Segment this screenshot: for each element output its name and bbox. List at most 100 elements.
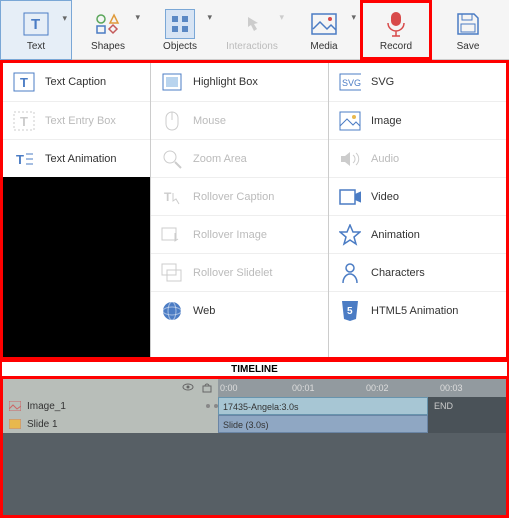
menu-html5-label: HTML5 Animation [371, 305, 458, 317]
mouse-icon [161, 110, 183, 132]
svg-icon: SVG [339, 71, 361, 93]
menu-text-caption[interactable]: T Text Caption [3, 63, 150, 101]
svg-text:T: T [20, 75, 28, 90]
menu-highlight-box-label: Highlight Box [193, 76, 258, 88]
timeline-row-slide[interactable]: Slide 1 Slide (3.0s) [3, 415, 506, 433]
clip-image[interactable]: 17435-Angela:3.0s [218, 397, 428, 415]
menu-image[interactable]: Image [329, 101, 506, 139]
text-caption-icon: T [13, 71, 35, 93]
html5-icon: 5 [339, 300, 361, 322]
toolbar-interactions-label: Interactions [226, 41, 278, 52]
menu-audio-label: Audio [371, 153, 399, 165]
rollover-caption-icon: T [161, 186, 183, 208]
menu-animation[interactable]: Animation [329, 215, 506, 253]
row-image-name: Image_1 [27, 401, 66, 412]
timeline-label: TIMELINE [0, 360, 509, 376]
highlight-box-icon [161, 71, 183, 93]
menu-characters[interactable]: Characters [329, 253, 506, 291]
menu-rollover-slidelet-label: Rollover Slidelet [193, 267, 272, 279]
save-icon [453, 9, 483, 39]
menu-text-entry-label: Text Entry Box [45, 115, 116, 127]
menu-col-text: T Text Caption T Text Entry Box T Text A… [3, 63, 151, 357]
objects-icon [165, 9, 195, 39]
toolbar-save[interactable]: Save [432, 0, 504, 60]
toolbar-shapes[interactable]: ▾ Shapes [72, 0, 144, 60]
svg-text:T: T [164, 190, 172, 204]
menu-highlight-box[interactable]: Highlight Box [151, 63, 328, 101]
menu-svg-label: SVG [371, 76, 394, 88]
audio-icon [339, 148, 361, 170]
clip-slide[interactable]: Slide (3.0s) [218, 415, 428, 433]
toolbar-record[interactable]: Record [360, 0, 432, 60]
video-icon [339, 186, 361, 208]
shapes-icon [93, 9, 123, 39]
media-icon [309, 9, 339, 39]
text-entry-icon: T [13, 110, 35, 132]
menu-characters-label: Characters [371, 267, 425, 279]
timeline-lock-icon[interactable] [202, 381, 212, 396]
rollover-image-icon [161, 224, 183, 246]
menu-text-animation-label: Text Animation [45, 153, 117, 165]
animation-icon [339, 224, 361, 246]
toolbar-text-label: Text [27, 41, 45, 52]
menu-video[interactable]: Video [329, 177, 506, 215]
menu-rollover-slidelet[interactable]: Rollover Slidelet [151, 253, 328, 291]
text-animation-icon: T [13, 148, 35, 170]
timeline: 0:00 00:01 00:02 00:03 Image_1 17435-Ang… [0, 376, 509, 518]
rollover-slidelet-icon [161, 262, 183, 284]
row-image-icon [9, 401, 21, 411]
menu-mouse-label: Mouse [193, 115, 226, 127]
menu-html5[interactable]: 5 HTML5 Animation [329, 291, 506, 329]
toolbar-objects-label: Objects [163, 41, 197, 52]
menu-animation-label: Animation [371, 229, 420, 241]
toolbar-media[interactable]: ▾ Media [288, 0, 360, 60]
menu-area: T Text Caption T Text Entry Box T Text A… [0, 60, 509, 360]
row-slide-name: Slide 1 [27, 419, 58, 430]
menu-rollover-caption[interactable]: T Rollover Caption [151, 177, 328, 215]
menu-web-label: Web [193, 305, 215, 317]
menu-text-caption-label: Text Caption [45, 76, 106, 88]
interactions-icon [237, 9, 267, 39]
menu-rollover-image[interactable]: Rollover Image [151, 215, 328, 253]
timeline-body [3, 433, 506, 515]
toolbar-text[interactable]: T ▾ Text [0, 0, 72, 60]
timeline-row-image[interactable]: Image_1 17435-Angela:3.0s END [3, 397, 506, 415]
menu-rollover-image-label: Rollover Image [193, 229, 267, 241]
toolbar-shapes-label: Shapes [91, 41, 125, 52]
record-icon [381, 9, 411, 39]
svg-text:5: 5 [347, 306, 353, 317]
black-area [3, 177, 150, 357]
menu-rollover-caption-label: Rollover Caption [193, 191, 274, 203]
menu-svg[interactable]: SVG SVG [329, 63, 506, 101]
timeline-header: 0:00 00:01 00:02 00:03 [3, 379, 506, 397]
toolbar-interactions[interactable]: ▾ Interactions [216, 0, 288, 60]
timeline-eye-icon[interactable] [182, 382, 194, 395]
menu-text-entry[interactable]: T Text Entry Box [3, 101, 150, 139]
svg-text:SVG: SVG [342, 78, 361, 88]
menu-text-animation[interactable]: T Text Animation [3, 139, 150, 177]
menu-col-media: SVG SVG Image Audio Video Animation Char… [329, 63, 506, 357]
menu-mouse[interactable]: Mouse [151, 101, 328, 139]
svg-text:T: T [16, 152, 24, 167]
row-slide-icon [9, 419, 21, 429]
menu-zoom-area[interactable]: Zoom Area [151, 139, 328, 177]
toolbar-media-label: Media [310, 41, 337, 52]
timeline-ruler[interactable]: 0:00 00:01 00:02 00:03 [218, 379, 506, 397]
svg-text:T: T [31, 16, 40, 33]
menu-zoom-area-label: Zoom Area [193, 153, 247, 165]
menu-image-label: Image [371, 115, 402, 127]
toolbar: T ▾ Text ▾ Shapes ▾ Objects ▾ [0, 0, 509, 60]
zoom-icon [161, 148, 183, 170]
menu-col-objects: Highlight Box Mouse Zoom Area T Rollover… [151, 63, 329, 357]
web-icon [161, 300, 183, 322]
characters-icon [339, 262, 361, 284]
image-icon [339, 110, 361, 132]
toolbar-objects[interactable]: ▾ Objects [144, 0, 216, 60]
svg-text:T: T [20, 114, 28, 129]
toolbar-save-label: Save [457, 41, 480, 52]
menu-web[interactable]: Web [151, 291, 328, 329]
text-icon: T [21, 9, 51, 39]
menu-audio[interactable]: Audio [329, 139, 506, 177]
toolbar-record-label: Record [380, 41, 412, 52]
end-label: END [430, 397, 453, 415]
